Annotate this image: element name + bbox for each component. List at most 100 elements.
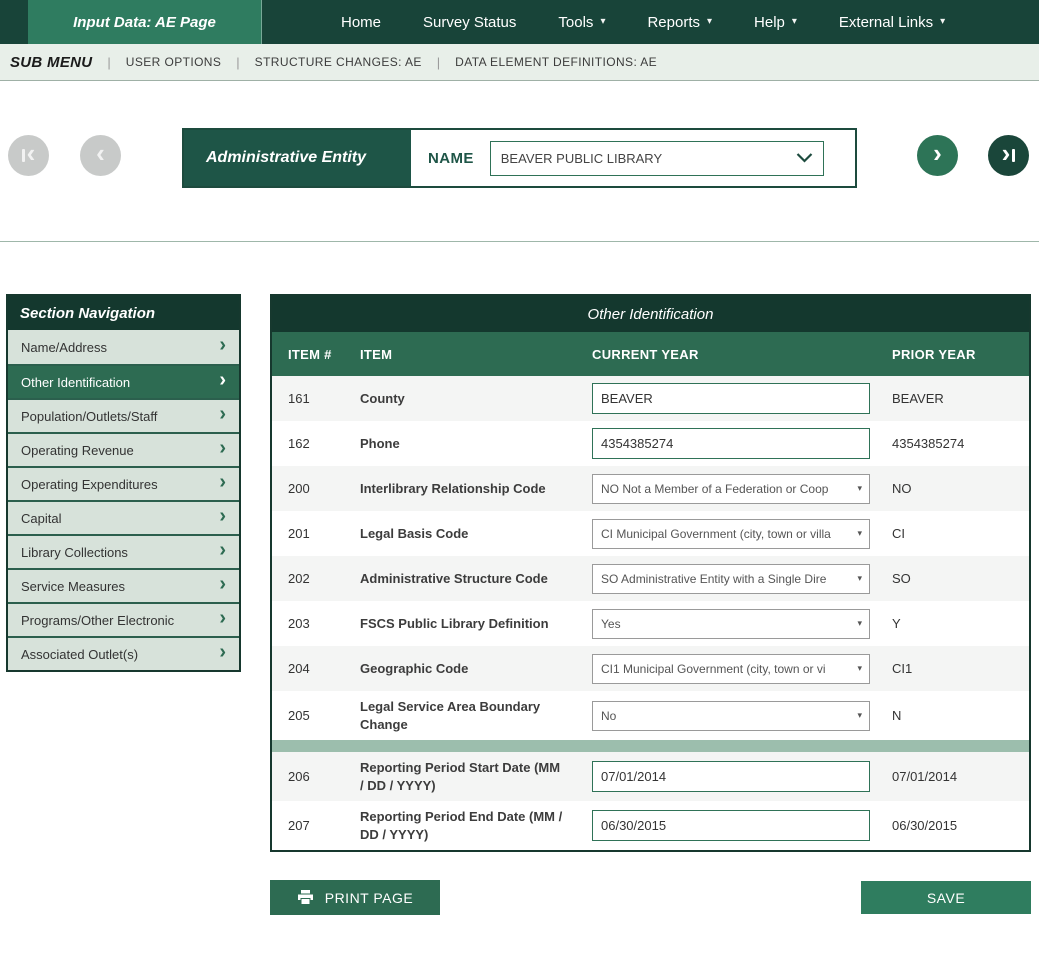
sidebar-item-service-measures[interactable]: Service Measures › (8, 568, 239, 602)
submenu-item-data-element-definitions[interactable]: DATA ELEMENT DEFINITIONS: AE (455, 55, 657, 69)
caret-down-icon: ▾ (707, 17, 712, 27)
county-input[interactable] (592, 383, 870, 414)
sidebar-item-label: Associated Outlet(s) (21, 647, 138, 662)
dropdown-arrow-icon: ▾ (857, 710, 862, 721)
item-number: 203 (288, 616, 360, 631)
table-row: 206 Reporting Period Start Date (MM / DD… (272, 752, 1029, 801)
first-bar-icon (22, 149, 25, 162)
table-row: 200 Interlibrary Relationship Code NO No… (272, 466, 1029, 511)
item-number: 202 (288, 571, 360, 586)
sidebar-title: Section Navigation (8, 296, 239, 330)
chevron-right-icon: › (219, 404, 226, 424)
item-number: 161 (288, 391, 360, 406)
item-label: County (360, 390, 592, 408)
sidebar-item-label: Capital (21, 511, 61, 526)
sub-menu-title: SUB MENU (10, 54, 92, 71)
select-value: No (601, 709, 616, 723)
table-row: 207 Reporting Period End Date (MM / DD /… (272, 801, 1029, 850)
sidebar-item-label: Name/Address (21, 340, 107, 355)
item-number: 162 (288, 436, 360, 451)
section-navigation-sidebar: Section Navigation Name/Address › Other … (6, 294, 241, 672)
geographic-code-select[interactable]: CI1 Municipal Government (city, town or … (592, 654, 870, 684)
sidebar-item-programs-other-electronic[interactable]: Programs/Other Electronic › (8, 602, 239, 636)
print-page-label: PRINT PAGE (325, 890, 414, 906)
last-record-button[interactable]: › (988, 135, 1029, 176)
sidebar-item-operating-expenditures[interactable]: Operating Expenditures › (8, 466, 239, 500)
next-record-button[interactable]: › (917, 135, 958, 176)
nav-item-tools[interactable]: Tools ▾ (537, 0, 626, 44)
submenu-item-structure-changes[interactable]: STRUCTURE CHANGES: AE (255, 55, 422, 69)
item-number: 207 (288, 818, 360, 833)
chevron-left-icon: ‹ (27, 140, 36, 166)
sidebar-item-other-identification[interactable]: Other Identification › (8, 364, 239, 398)
sidebar-item-capital[interactable]: Capital › (8, 500, 239, 534)
other-identification-table: Other Identification ITEM # ITEM CURRENT… (270, 294, 1031, 852)
chevron-right-icon: › (219, 506, 226, 526)
table-row: 202 Administrative Structure Code SO Adm… (272, 556, 1029, 601)
dropdown-arrow-icon: ▾ (857, 483, 862, 494)
entity-name-area: NAME BEAVER PUBLIC LIBRARY (411, 130, 855, 186)
nav-item-survey-status[interactable]: Survey Status (402, 0, 537, 44)
table-row: 205 Legal Service Area Boundary Change N… (272, 691, 1029, 740)
item-label: FSCS Public Library Definition (360, 615, 592, 633)
content-area: Section Navigation Name/Address › Other … (0, 294, 1039, 915)
prior-year-value: NO (892, 481, 1029, 496)
dropdown-arrow-icon: ▾ (857, 663, 862, 674)
table-row: 161 County BEAVER (272, 376, 1029, 421)
nav-item-reports[interactable]: Reports ▾ (626, 0, 733, 44)
chevron-right-icon: › (219, 335, 226, 355)
chevron-left-icon: ‹ (96, 140, 105, 166)
item-label: Legal Basis Code (360, 525, 592, 543)
nav-item-external-links[interactable]: External Links ▾ (818, 0, 966, 44)
page: Input Data: AE Page Home Survey Status T… (0, 0, 1039, 965)
submenu-item-user-options[interactable]: USER OPTIONS (126, 55, 221, 69)
section-separator-band (272, 740, 1029, 752)
col-item-number: ITEM # (288, 347, 360, 362)
print-page-button[interactable]: PRINT PAGE (270, 880, 440, 915)
dropdown-arrow-icon: ▾ (857, 618, 862, 629)
fscs-definition-select[interactable]: Yes ▾ (592, 609, 870, 639)
item-label: Phone (360, 435, 592, 453)
entity-name-value: BEAVER PUBLIC LIBRARY (501, 151, 662, 166)
previous-record-button[interactable]: ‹ (80, 135, 121, 176)
sidebar-item-library-collections[interactable]: Library Collections › (8, 534, 239, 568)
start-date-input[interactable] (592, 761, 870, 792)
item-label: Reporting Period Start Date (MM / DD / Y… (360, 759, 592, 794)
sidebar-item-label: Operating Revenue (21, 443, 134, 458)
phone-input[interactable] (592, 428, 870, 459)
interlibrary-relationship-select[interactable]: NO Not a Member of a Federation or Coop … (592, 474, 870, 504)
actions-row: PRINT PAGE SAVE (270, 880, 1031, 915)
table-row: 204 Geographic Code CI1 Municipal Govern… (272, 646, 1029, 691)
nav-item-label: Tools (558, 14, 593, 31)
entity-name-select[interactable]: BEAVER PUBLIC LIBRARY (490, 141, 824, 176)
chevron-right-icon: › (219, 540, 226, 560)
nav-item-label: Help (754, 14, 785, 31)
administrative-structure-select[interactable]: SO Administrative Entity with a Single D… (592, 564, 870, 594)
table-title: Other Identification (272, 296, 1029, 332)
select-value: SO Administrative Entity with a Single D… (601, 572, 826, 586)
sidebar-item-name-address[interactable]: Name/Address › (8, 330, 239, 364)
save-button[interactable]: SAVE (861, 881, 1031, 914)
table-row: 203 FSCS Public Library Definition Yes ▾… (272, 601, 1029, 646)
sidebar-item-label: Other Identification (21, 375, 130, 390)
sidebar-item-associated-outlets[interactable]: Associated Outlet(s) › (8, 636, 239, 670)
nav-item-help[interactable]: Help ▾ (733, 0, 818, 44)
prior-year-value: CI (892, 526, 1029, 541)
horizontal-divider (0, 241, 1039, 242)
item-label: Interlibrary Relationship Code (360, 480, 592, 498)
separator: | (236, 55, 239, 70)
select-value: CI Municipal Government (city, town or v… (601, 527, 831, 541)
table-row: 201 Legal Basis Code CI Municipal Govern… (272, 511, 1029, 556)
boundary-change-select[interactable]: No ▾ (592, 701, 870, 731)
active-tab-input-data-ae-page[interactable]: Input Data: AE Page (28, 0, 262, 44)
first-record-button[interactable]: ‹ (8, 135, 49, 176)
legal-basis-select[interactable]: CI Municipal Government (city, town or v… (592, 519, 870, 549)
nav-item-label: Reports (647, 14, 700, 31)
item-number: 200 (288, 481, 360, 496)
chevron-right-icon: › (219, 608, 226, 628)
col-current-year: CURRENT YEAR (592, 347, 892, 362)
sidebar-item-operating-revenue[interactable]: Operating Revenue › (8, 432, 239, 466)
end-date-input[interactable] (592, 810, 870, 841)
nav-item-home[interactable]: Home (320, 0, 402, 44)
sidebar-item-population-outlets-staff[interactable]: Population/Outlets/Staff › (8, 398, 239, 432)
